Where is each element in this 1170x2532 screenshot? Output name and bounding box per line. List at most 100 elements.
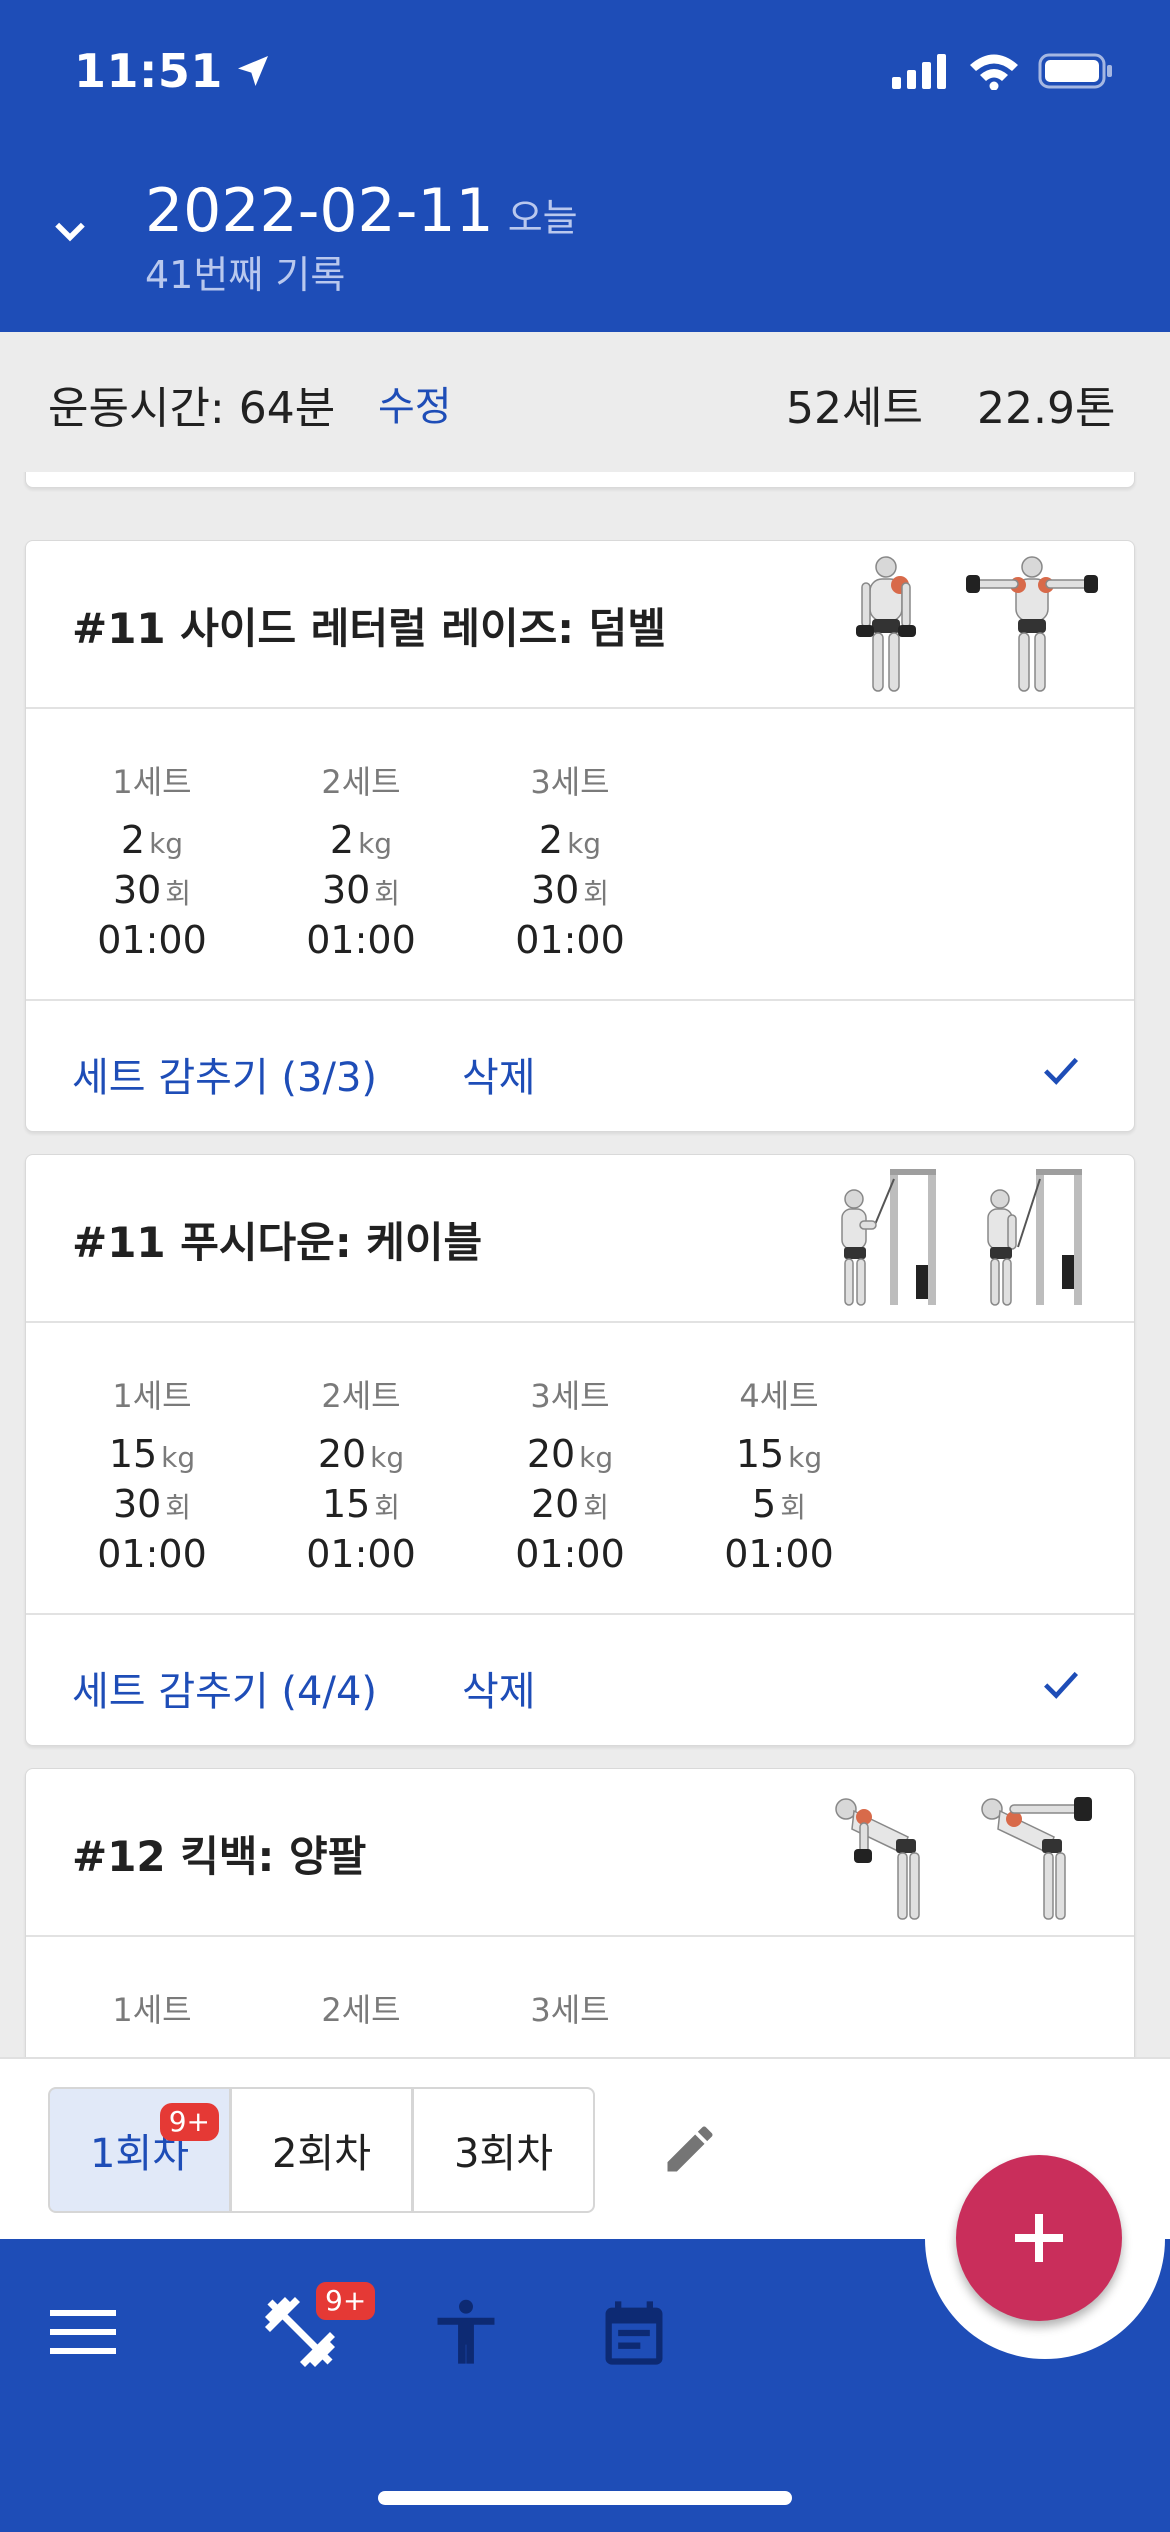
delete-exercise-button[interactable]: 삭제 <box>462 1045 536 1103</box>
set-time: 01:00 <box>306 1532 416 1576</box>
set-list: 1세트 2 kg 30 회 01:00 2세트 2 kg 30 회 01:00 3세트 … <box>26 709 1134 1001</box>
set-reps: 15 <box>321 1482 371 1526</box>
set-reps: 30 <box>530 868 580 912</box>
workout-summary-bar: 운동시간: 64분 수정 52세트 22.9톤 <box>0 332 1170 472</box>
session-date: 2022-02-11 <box>145 176 494 246</box>
home-indicator[interactable] <box>378 2491 792 2505</box>
exercise-card[interactable]: #11 사이드 레터럴 레이즈: 덤벨 1세트 2 kg 30 회 01:00 … <box>25 540 1135 1132</box>
session-tab-3[interactable]: 3회차 <box>412 2087 595 2213</box>
weight-unit: kg <box>788 1441 823 1474</box>
kickback-end-icon <box>981 1797 1092 1920</box>
cable-pushdown-end-icon <box>987 1169 1082 1306</box>
weight-unit: kg <box>579 1441 614 1474</box>
set-reps: 30 <box>321 868 371 912</box>
set-column[interactable]: 2세트 2 kg 30 회 01:00 <box>281 757 441 964</box>
exercise-title: #11 푸시다운: 케이블 <box>72 1218 483 1267</box>
pencil-icon[interactable] <box>660 2119 720 2179</box>
set-label: 1세트 <box>112 1377 192 1415</box>
set-reps: 5 <box>752 1482 777 1526</box>
reps-unit: 회 <box>165 877 192 910</box>
exercise-card-partial <box>25 472 1135 488</box>
complete-check-icon[interactable] <box>1038 1661 1084 1707</box>
today-label: 오늘 <box>507 196 578 240</box>
exercise-list[interactable]: #11 사이드 레터럴 레이즈: 덤벨 1세트 2 kg 30 회 01:00 … <box>0 472 1170 2057</box>
accessibility-person-icon[interactable] <box>428 2290 504 2374</box>
set-time: 01:00 <box>515 918 625 962</box>
reps-unit: 회 <box>374 877 401 910</box>
set-reps: 30 <box>112 868 162 912</box>
session-date-title: 2022-02-11 오늘 <box>145 176 578 246</box>
weight-unit: kg <box>161 1441 196 1474</box>
set-column[interactable]: 3세트 2 kg 30 회 01:00 <box>490 757 650 964</box>
weight-unit: kg <box>370 1441 405 1474</box>
exercise-card-footer: 세트 감추기 (3/3) 삭제 <box>26 1001 1134 1131</box>
calendar-icon[interactable] <box>596 2294 672 2372</box>
set-label: 3세트 <box>530 1377 610 1415</box>
exercise-card-footer: 세트 감추기 (4/4) 삭제 <box>26 1615 1134 1745</box>
battery-icon <box>1038 53 1112 89</box>
record-count: 41번째 기록 <box>145 253 346 297</box>
total-volume: 22.9톤 <box>977 383 1116 434</box>
set-label: 2세트 <box>321 1377 401 1415</box>
exercise-card[interactable]: #12 킥백: 양팔 1세트 2세트 3세트 <box>25 1768 1135 2057</box>
reps-unit: 회 <box>374 1491 401 1524</box>
session-tab-label: 2회차 <box>271 2131 372 2177</box>
set-reps: 20 <box>530 1482 580 1526</box>
session-tab-1[interactable]: 1회차 9+ <box>48 2087 231 2213</box>
exercise-card-header[interactable]: #12 킥백: 양팔 <box>26 1769 1134 1937</box>
set-weight: 2 <box>120 818 146 862</box>
exercise-title: #12 킥백: 양팔 <box>72 1832 367 1881</box>
set-column[interactable]: 2세트 20 kg 15 회 01:00 <box>281 1371 441 1578</box>
session-badge: 9+ <box>159 2103 219 2141</box>
total-sets: 52세트 <box>786 383 923 434</box>
set-reps: 30 <box>112 1482 162 1526</box>
status-time-text: 11:51 <box>74 44 223 98</box>
set-column[interactable]: 3세트 20 kg 20 회 01:00 <box>490 1371 650 1578</box>
reps-unit: 회 <box>583 877 610 910</box>
set-label: 3세트 <box>530 763 610 801</box>
complete-check-icon[interactable] <box>1038 1047 1084 1093</box>
location-arrow-icon <box>237 56 268 86</box>
set-column[interactable]: 1세트 2 kg 30 회 01:00 <box>72 757 232 964</box>
exercise-title: #11 사이드 레터럴 레이즈: 덤벨 <box>72 604 666 653</box>
session-tab-2[interactable]: 2회차 <box>230 2087 413 2213</box>
app-header: 11:51 2022-02-11 오늘 41번째 기록 <box>0 0 1170 332</box>
set-time: 01:00 <box>306 918 416 962</box>
set-weight: 15 <box>735 1432 785 1476</box>
exercise-card-header[interactable]: #11 푸시다운: 케이블 <box>26 1155 1134 1323</box>
edit-duration-button[interactable]: 수정 <box>378 374 452 432</box>
set-list: 1세트 15 kg 30 회 01:00 2세트 20 kg 15 회 01:00 3세… <box>26 1323 1134 1615</box>
set-column[interactable]: 3세트 <box>490 1985 650 2045</box>
menu-icon[interactable] <box>50 2308 116 2356</box>
set-weight: 2 <box>538 818 564 862</box>
delete-exercise-button[interactable]: 삭제 <box>462 1659 536 1717</box>
set-column[interactable]: 2세트 <box>281 1985 441 2045</box>
status-bar-time: 11:51 <box>74 44 273 98</box>
set-weight: 2 <box>329 818 355 862</box>
cellular-signal-icon <box>892 54 946 89</box>
set-list: 1세트 2세트 3세트 <box>26 1937 1134 2057</box>
exercise-card[interactable]: #11 푸시다운: 케이블 1세트 15 kg 30 회 01:00 2세트 2… <box>25 1154 1135 1746</box>
wifi-icon <box>970 54 1018 90</box>
set-label: 1세트 <box>112 763 192 801</box>
add-exercise-fab[interactable] <box>956 2155 1122 2321</box>
set-label: 4세트 <box>739 1377 819 1415</box>
nav-workout-tab[interactable]: 9+ <box>258 2280 378 2390</box>
reps-unit: 회 <box>165 1491 192 1524</box>
collapse-chevron-icon[interactable] <box>48 210 92 254</box>
set-column[interactable]: 1세트 15 kg 30 회 01:00 <box>72 1371 232 1578</box>
kickback-start-icon <box>835 1798 920 1920</box>
reps-unit: 회 <box>780 1491 806 1524</box>
set-time: 01:00 <box>724 1532 834 1576</box>
exercise-card-header[interactable]: #11 사이드 레터럴 레이즈: 덤벨 <box>26 541 1134 709</box>
hide-sets-button[interactable]: 세트 감추기 (3/3) <box>72 1045 377 1103</box>
set-column[interactable]: 4세트 15 kg 5회 01:00 <box>699 1371 859 1578</box>
set-label: 3세트 <box>530 1991 610 2029</box>
weight-unit: kg <box>149 827 184 860</box>
workout-duration: 운동시간: 64분 <box>48 383 336 434</box>
status-bar-indicators <box>892 52 1114 90</box>
set-label: 2세트 <box>321 1991 401 2029</box>
hide-sets-button[interactable]: 세트 감추기 (4/4) <box>72 1659 377 1717</box>
set-column[interactable]: 1세트 <box>72 1985 232 2045</box>
reps-unit: 회 <box>583 1491 610 1524</box>
